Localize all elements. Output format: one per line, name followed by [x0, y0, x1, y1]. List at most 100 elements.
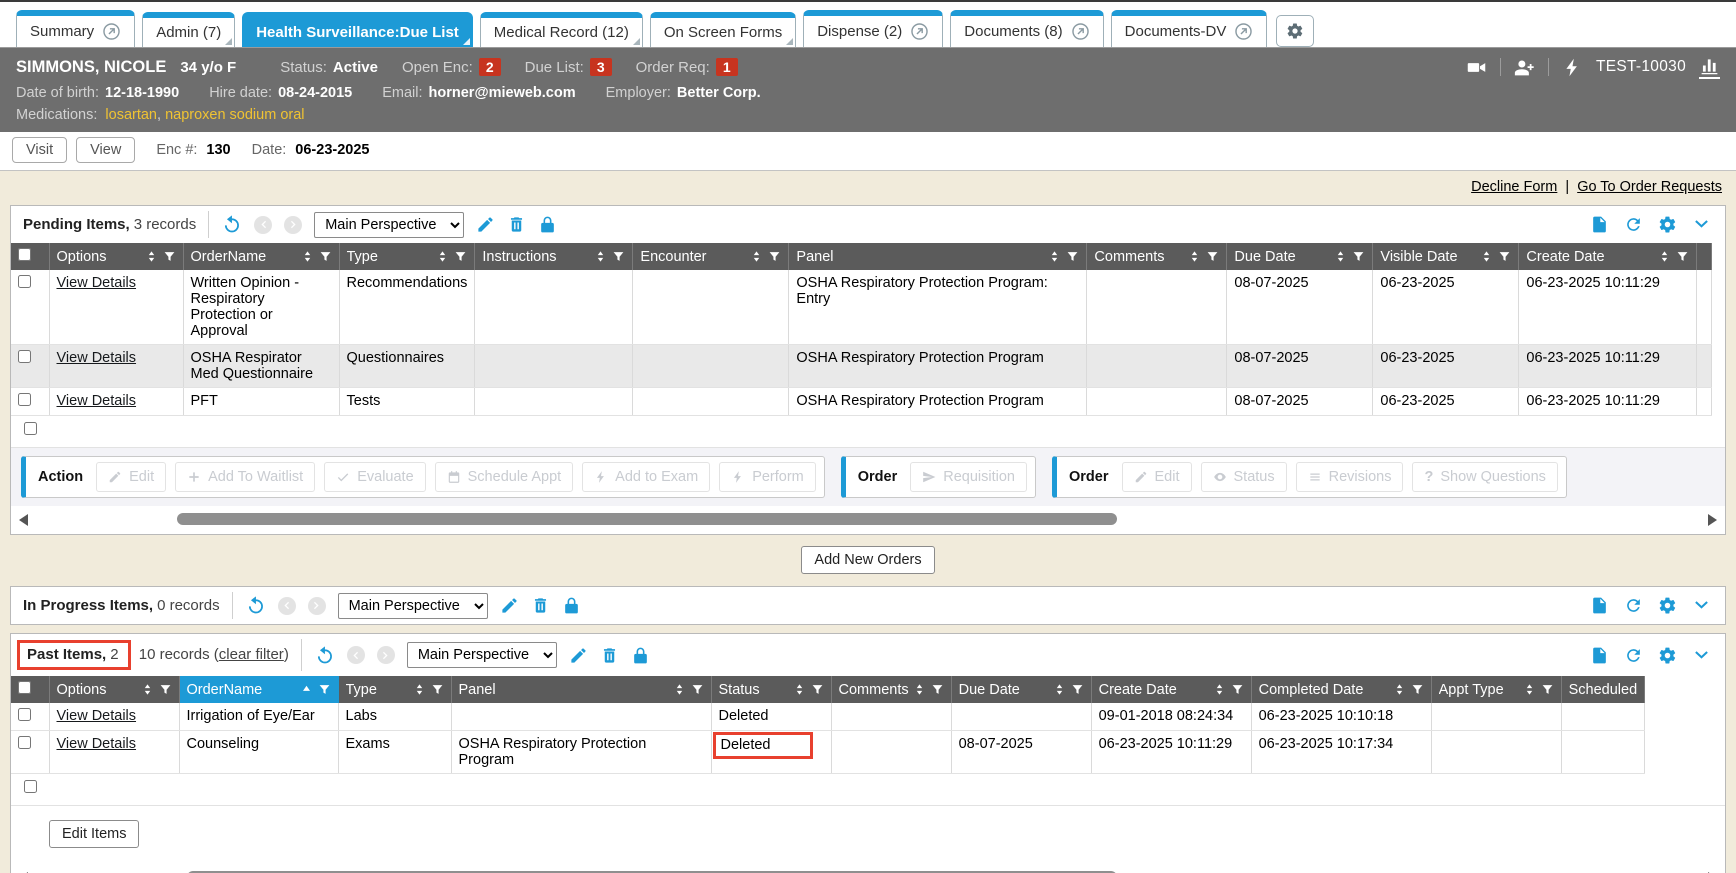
funnel-icon[interactable]	[768, 250, 781, 263]
history-forward-button[interactable]	[377, 646, 395, 664]
external-link-icon[interactable]	[910, 22, 929, 41]
history-back-button[interactable]	[347, 646, 365, 664]
funnel-icon[interactable]	[319, 250, 332, 263]
requisition-button[interactable]: Requisition	[910, 462, 1027, 492]
funnel-icon[interactable]	[1676, 250, 1689, 263]
view-details-link[interactable]: View Details	[57, 275, 137, 291]
column-header-panel[interactable]: Panel	[789, 243, 1087, 270]
history-back-button[interactable]	[278, 597, 296, 615]
refresh-button[interactable]	[1624, 215, 1643, 234]
perspective-select[interactable]: Main Perspective	[338, 593, 488, 619]
table-row[interactable]: View Details PFT Tests OSHA Respiratory …	[11, 388, 1712, 416]
sort-icon[interactable]	[1048, 250, 1061, 263]
view-button[interactable]: View	[76, 137, 135, 163]
row-checkbox[interactable]	[24, 780, 37, 793]
decline-form-link[interactable]: Decline Form	[1471, 179, 1557, 195]
show-questions-button[interactable]: ?Show Questions	[1412, 462, 1557, 492]
column-header-type[interactable]: Type	[339, 243, 475, 270]
collapse-section-button[interactable]	[1692, 215, 1711, 234]
column-header-completed-date[interactable]: Completed Date	[1251, 676, 1431, 703]
sort-icon[interactable]	[301, 250, 314, 263]
bolt-icon[interactable]	[1562, 57, 1583, 78]
refresh-button[interactable]	[1624, 646, 1643, 665]
tab-dispense[interactable]: Dispense (2)	[803, 10, 943, 47]
funnel-icon[interactable]	[163, 250, 176, 263]
go-to-order-requests-link[interactable]: Go To Order Requests	[1577, 179, 1722, 195]
revisions-button[interactable]: Revisions	[1296, 462, 1404, 492]
status-button[interactable]: Status	[1201, 462, 1287, 492]
row-checkbox[interactable]	[18, 350, 31, 363]
history-back-button[interactable]	[254, 216, 272, 234]
funnel-icon[interactable]	[1411, 683, 1424, 696]
sort-icon[interactable]	[145, 250, 158, 263]
column-header-comments[interactable]: Comments	[1087, 243, 1227, 270]
sort-icon[interactable]	[594, 250, 607, 263]
sort-icon[interactable]	[436, 250, 449, 263]
order-edit-button[interactable]: Edit	[1122, 462, 1192, 492]
view-details-link[interactable]: View Details	[57, 736, 137, 752]
table-row[interactable]: View Details Counseling Exams OSHA Respi…	[11, 731, 1645, 774]
medication-link-losartan[interactable]: losartan	[105, 107, 157, 123]
row-checkbox[interactable]	[18, 708, 31, 721]
lock-perspective-button[interactable]	[538, 215, 557, 234]
funnel-icon[interactable]	[1206, 250, 1219, 263]
delete-perspective-button[interactable]	[531, 596, 550, 615]
history-forward-button[interactable]	[308, 597, 326, 615]
scroll-right-arrow[interactable]	[1708, 514, 1717, 526]
column-header-due-date[interactable]: Due Date	[1227, 243, 1373, 270]
collapse-section-button[interactable]	[1692, 596, 1711, 615]
sort-icon[interactable]	[1334, 250, 1347, 263]
funnel-icon[interactable]	[1541, 683, 1554, 696]
order-req-badge[interactable]: 1	[716, 58, 738, 76]
history-forward-button[interactable]	[284, 216, 302, 234]
undo-button[interactable]	[245, 595, 266, 616]
new-document-button[interactable]	[1590, 215, 1609, 234]
sort-asc-icon[interactable]	[300, 683, 313, 696]
perform-button[interactable]: Perform	[719, 462, 816, 492]
row-checkbox[interactable]	[18, 393, 31, 406]
edit-items-button[interactable]: Edit Items	[49, 820, 139, 848]
view-details-link[interactable]: View Details	[57, 708, 137, 724]
tab-documents[interactable]: Documents (8)	[950, 10, 1103, 47]
tab-summary[interactable]: Summary	[16, 10, 135, 47]
column-header-create-date[interactable]: Create Date	[1519, 243, 1697, 270]
funnel-icon[interactable]	[1231, 683, 1244, 696]
settings-button[interactable]	[1658, 646, 1677, 665]
table-row[interactable]: View Details Irrigation of Eye/Ear Labs …	[11, 703, 1645, 731]
column-header-create-date[interactable]: Create Date	[1091, 676, 1251, 703]
edit-button[interactable]: Edit	[96, 462, 166, 492]
column-header-options[interactable]: Options	[49, 676, 179, 703]
funnel-icon[interactable]	[1352, 250, 1365, 263]
sort-icon[interactable]	[413, 683, 426, 696]
table-row[interactable]: View Details OSHA Respirator Med Questio…	[11, 345, 1712, 388]
visit-button[interactable]: Visit	[12, 137, 67, 163]
edit-perspective-button[interactable]	[569, 646, 588, 665]
external-link-icon[interactable]	[1234, 22, 1253, 41]
edit-perspective-button[interactable]	[500, 596, 519, 615]
funnel-icon[interactable]	[318, 683, 331, 696]
view-details-link[interactable]: View Details	[57, 350, 137, 366]
undo-button[interactable]	[221, 214, 242, 235]
undo-button[interactable]	[314, 645, 335, 666]
row-checkbox[interactable]	[24, 422, 37, 435]
column-header-panel[interactable]: Panel	[451, 676, 711, 703]
select-all-checkbox[interactable]	[18, 248, 31, 261]
table-row[interactable]: View Details Written Opinion - Respirato…	[11, 270, 1712, 345]
delete-perspective-button[interactable]	[507, 215, 526, 234]
external-link-icon[interactable]	[1071, 22, 1090, 41]
column-header-due-date[interactable]: Due Date	[951, 676, 1091, 703]
column-header-ordername[interactable]: OrderName	[179, 676, 338, 703]
column-header-type[interactable]: Type	[338, 676, 451, 703]
lock-perspective-button[interactable]	[562, 596, 581, 615]
user-add-icon[interactable]	[1514, 57, 1535, 78]
funnel-icon[interactable]	[1066, 250, 1079, 263]
funnel-icon[interactable]	[159, 683, 172, 696]
column-header-scheduled[interactable]: Scheduled	[1561, 676, 1645, 703]
due-list-badge[interactable]: 3	[590, 58, 612, 76]
edit-perspective-button[interactable]	[476, 215, 495, 234]
settings-button[interactable]	[1658, 215, 1677, 234]
add-to-waitlist-button[interactable]: Add To Waitlist	[175, 462, 315, 492]
funnel-icon[interactable]	[454, 250, 467, 263]
sort-icon[interactable]	[141, 683, 154, 696]
tab-on-screen-forms[interactable]: On Screen Forms	[650, 12, 796, 47]
